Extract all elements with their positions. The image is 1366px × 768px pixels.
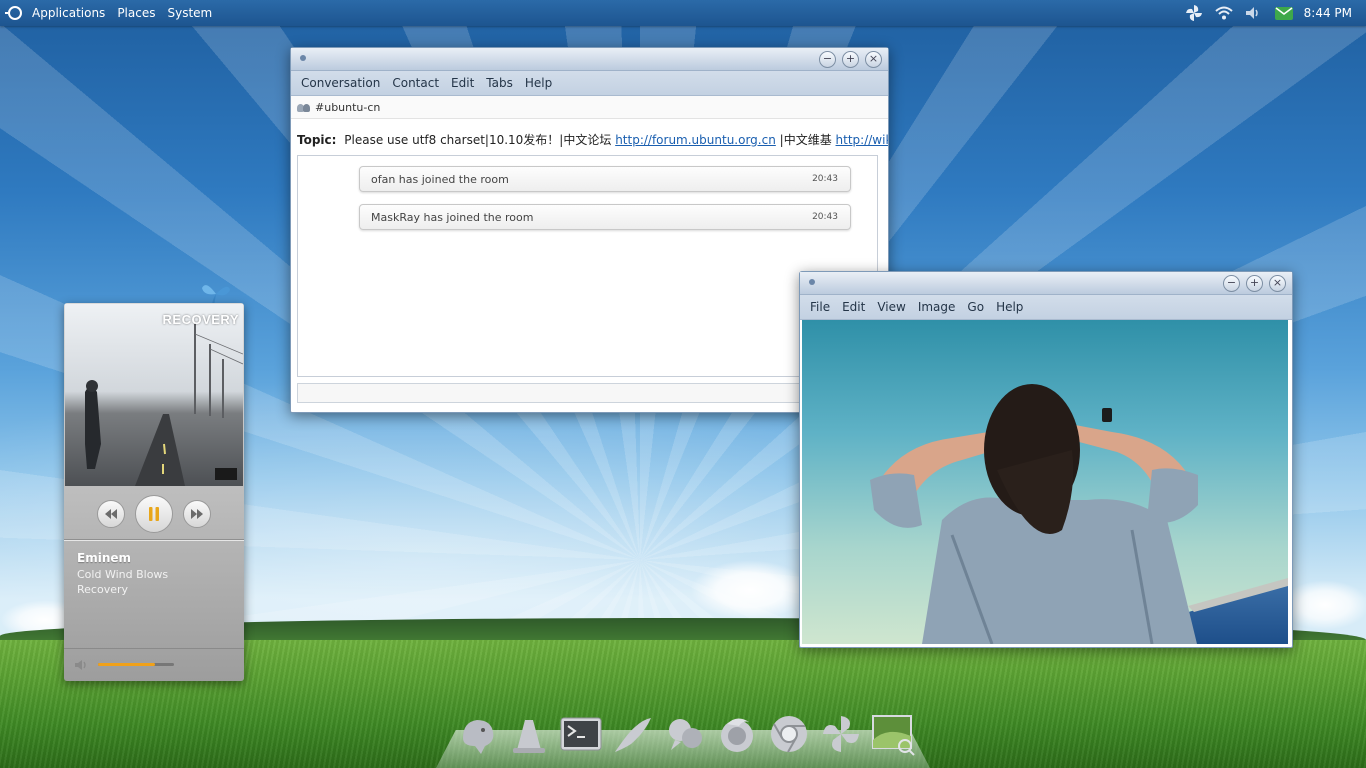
- message-text: MaskRay has joined the room: [371, 210, 534, 224]
- menu-go[interactable]: Go: [961, 300, 990, 314]
- maximize-button[interactable]: +: [842, 51, 859, 68]
- dock: [455, 708, 915, 756]
- terminal-icon[interactable]: [559, 712, 603, 756]
- music-player-widget: RECOVERY Eminem Cold Wind Blows Recovery: [64, 303, 244, 681]
- firefox-icon[interactable]: [715, 712, 759, 756]
- minimize-button[interactable]: −: [1223, 275, 1240, 292]
- menu-edit[interactable]: Edit: [445, 76, 480, 90]
- chat-topic: Topic: Please use utf8 charset|10.10发布！|…: [291, 131, 888, 149]
- volume-icon[interactable]: [1244, 4, 1264, 22]
- menu-edit[interactable]: Edit: [836, 300, 871, 314]
- clock[interactable]: 8:44 PM: [1304, 6, 1352, 20]
- topic-text: Please use utf8 charset|10.10发布！|中文论坛: [344, 133, 612, 147]
- topic-label: Topic:: [297, 133, 337, 147]
- menu-file[interactable]: File: [804, 300, 836, 314]
- cloud: [690, 560, 810, 620]
- vlc-icon[interactable]: [507, 712, 551, 756]
- next-track-button[interactable]: [183, 500, 211, 528]
- mail-icon[interactable]: [1274, 4, 1294, 22]
- chat-menubar: Conversation Contact Edit Tabs Help: [291, 71, 888, 96]
- volume-fill: [98, 663, 155, 666]
- menu-contact[interactable]: Contact: [386, 76, 445, 90]
- album-title: Recovery: [77, 583, 129, 596]
- divider: [64, 539, 244, 540]
- inkscape-icon[interactable]: [611, 712, 655, 756]
- menu-help[interactable]: Help: [519, 76, 558, 90]
- volume-slider[interactable]: [98, 663, 174, 666]
- message-time: 20:43: [812, 212, 838, 222]
- window-menu-icon[interactable]: [300, 55, 306, 61]
- chat-log[interactable]: ofan has joined the room 20:43 MaskRay h…: [297, 155, 878, 377]
- menu-system[interactable]: System: [161, 6, 218, 20]
- artist-name: Eminem: [77, 551, 131, 565]
- group-chat-icon: [297, 102, 311, 112]
- chat-message: MaskRay has joined the room 20:43: [359, 204, 851, 230]
- volume-row: [64, 648, 244, 680]
- chat-titlebar[interactable]: − + ×: [291, 48, 888, 71]
- chat-message: ofan has joined the room 20:43: [359, 166, 851, 192]
- previous-track-button[interactable]: [97, 500, 125, 528]
- track-title: Cold Wind Blows: [77, 568, 169, 581]
- menu-view[interactable]: View: [871, 300, 911, 314]
- maximize-button[interactable]: +: [1246, 275, 1263, 292]
- message-text: ofan has joined the room: [371, 172, 509, 186]
- photo-girl-heart-hands: [870, 384, 1288, 644]
- menu-image[interactable]: Image: [912, 300, 962, 314]
- topic-text: |中文维基: [779, 133, 832, 147]
- chat-tab[interactable]: #ubuntu-cn: [291, 96, 888, 119]
- topic-link-forum[interactable]: http://forum.ubuntu.org.cn: [615, 133, 776, 147]
- chat-tab-label: #ubuntu-cn: [315, 100, 381, 114]
- menu-applications[interactable]: Applications: [26, 6, 111, 20]
- menu-conversation[interactable]: Conversation: [295, 76, 386, 90]
- system-logo-icon[interactable]: [5, 6, 22, 20]
- empathy-icon[interactable]: [663, 712, 707, 756]
- panel-menu: Applications Places System: [26, 6, 218, 20]
- pinwheel-icon[interactable]: [1184, 4, 1204, 22]
- speaker-icon[interactable]: [74, 659, 90, 671]
- close-button[interactable]: ×: [865, 51, 882, 68]
- message-time: 20:43: [812, 174, 838, 184]
- settings-icon[interactable]: [819, 712, 863, 756]
- close-button[interactable]: ×: [1269, 275, 1286, 292]
- topic-link-wiki[interactable]: http://wiki.u…: [836, 133, 888, 147]
- system-tray: 8:44 PM: [1184, 4, 1366, 22]
- album-art-road: [85, 324, 244, 486]
- window-controls: − + ×: [819, 51, 882, 68]
- image-canvas[interactable]: [802, 320, 1288, 644]
- album-cover[interactable]: RECOVERY: [65, 304, 244, 486]
- viewer-titlebar[interactable]: − + ×: [800, 272, 1292, 295]
- menu-help[interactable]: Help: [990, 300, 1029, 314]
- minimize-button[interactable]: −: [819, 51, 836, 68]
- image-viewer-icon[interactable]: [871, 712, 915, 756]
- top-panel: Applications Places System 8:44 PM: [0, 0, 1366, 26]
- viewer-menubar: File Edit View Image Go Help: [800, 295, 1292, 320]
- image-viewer-window: − + × File Edit View Image Go Help: [799, 271, 1293, 648]
- menu-places[interactable]: Places: [111, 6, 161, 20]
- pause-button[interactable]: [135, 495, 173, 533]
- pidgin-icon[interactable]: [455, 712, 499, 756]
- window-menu-icon[interactable]: [809, 279, 815, 285]
- window-controls: − + ×: [1223, 275, 1286, 292]
- message-input[interactable]: [297, 383, 878, 403]
- player-controls: [64, 489, 244, 539]
- wifi-icon[interactable]: [1214, 4, 1234, 22]
- menu-tabs[interactable]: Tabs: [480, 76, 519, 90]
- chrome-icon[interactable]: [767, 712, 811, 756]
- album-cover-title: RECOVERY: [162, 312, 239, 327]
